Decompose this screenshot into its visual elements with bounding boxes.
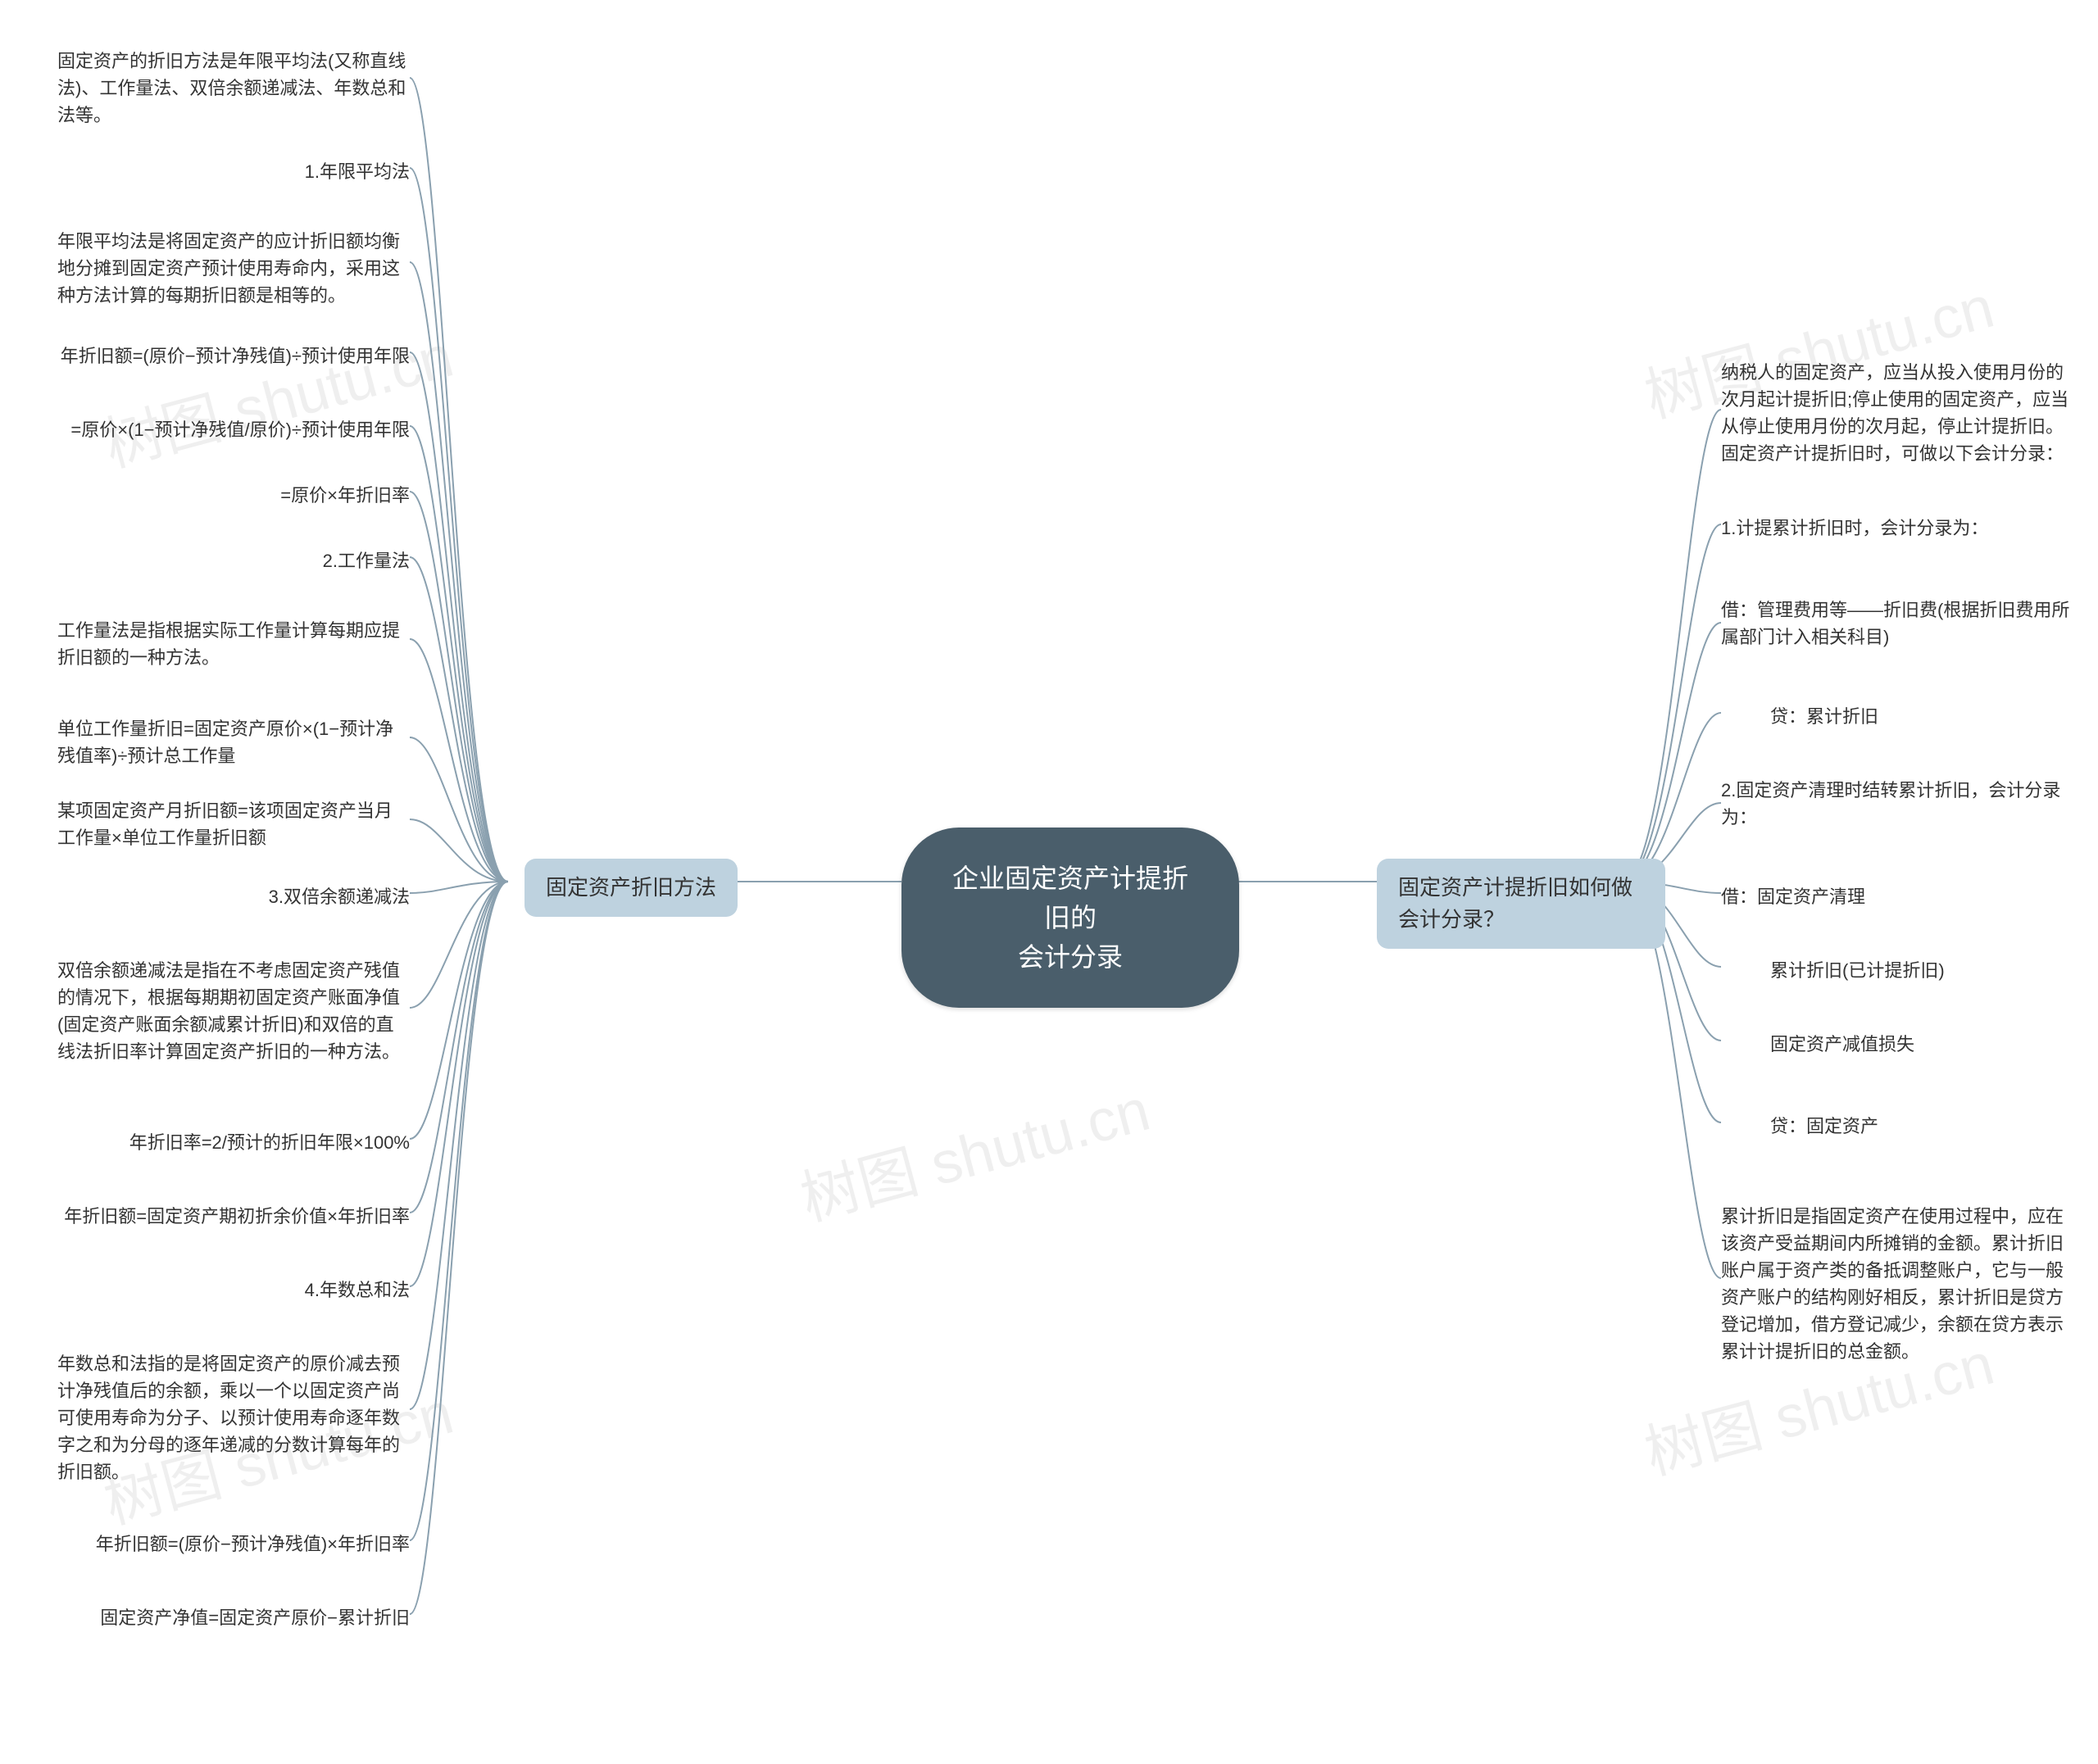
left-item-6: 2.工作量法: [57, 541, 410, 581]
root-line2: 会计分录: [947, 937, 1193, 977]
left-item-14: 4.年数总和法: [57, 1270, 410, 1310]
left-item-15: 年数总和法指的是将固定资产的原价减去预计净残值后的余额，乘以一个以固定资产尚可使…: [57, 1344, 410, 1492]
left-item-0: 固定资产的折旧方法是年限平均法(又称直线法)、工作量法、双倍余额递减法、年数总和…: [57, 41, 410, 135]
left-item-9: 某项固定资产月折旧额=该项固定资产当月工作量×单位工作量折旧额: [57, 791, 410, 858]
root-node: 企业固定资产计提折旧的 会计分录: [901, 828, 1239, 1008]
right-item-0: 纳税人的固定资产，应当从投入使用月份的次月起计提折旧;停止使用的固定资产，应当从…: [1721, 352, 2073, 474]
left-branch: 固定资产折旧方法: [524, 859, 738, 917]
left-item-4: =原价×(1−预计净残值/原价)÷预计使用年限: [57, 410, 410, 450]
right-item-5: 借：固定资产清理: [1721, 877, 2073, 917]
left-item-10: 3.双倍余额递减法: [57, 877, 410, 917]
right-item-8: 贷：固定资产: [1770, 1106, 2073, 1146]
right-item-2: 借：管理费用等——折旧费(根据折旧费用所属部门计入相关科目): [1721, 590, 2073, 657]
root-line1: 企业固定资产计提折旧的: [947, 859, 1193, 937]
left-item-5: =原价×年折旧率: [57, 475, 410, 515]
left-item-12: 年折旧率=2/预计的折旧年限×100%: [57, 1122, 410, 1163]
right-item-4: 2.固定资产清理时结转累计折旧，会计分录为：: [1721, 770, 2073, 837]
right-branch: 固定资产计提折旧如何做会计分录？: [1377, 859, 1665, 949]
left-item-1: 1.年限平均法: [57, 152, 410, 192]
watermark: 树图 shutu.cn: [790, 1061, 1158, 1236]
right-item-3: 贷：累计折旧: [1770, 696, 2073, 737]
right-item-7: 固定资产减值损失: [1770, 1024, 2073, 1064]
watermark: 树图 shutu.cn: [93, 307, 461, 483]
left-item-7: 工作量法是指根据实际工作量计算每期应提折旧额的一种方法。: [57, 610, 410, 678]
right-item-6: 累计折旧(已计提折旧): [1770, 950, 2073, 991]
left-item-11: 双倍余额递减法是指在不考虑固定资产残值的情况下，根据每期期初固定资产账面净值(固…: [57, 950, 410, 1072]
left-item-8: 单位工作量折旧=固定资产原价×(1−预计净残值率)÷预计总工作量: [57, 709, 410, 776]
left-item-16: 年折旧额=(原价−预计净残值)×年折旧率: [57, 1524, 410, 1564]
left-item-17: 固定资产净值=固定资产原价−累计折旧: [57, 1598, 410, 1638]
right-item-9: 累计折旧是指固定资产在使用过程中，应在该资产受益期间内所摊销的金额。累计折旧账户…: [1721, 1196, 2073, 1372]
right-item-1: 1.计提累计折旧时，会计分录为：: [1721, 508, 2073, 548]
left-item-13: 年折旧额=固定资产期初折余价值×年折旧率: [57, 1196, 410, 1236]
left-item-3: 年折旧额=(原价−预计净残值)÷预计使用年限: [57, 336, 410, 376]
left-item-2: 年限平均法是将固定资产的应计折旧额均衡地分摊到固定资产预计使用寿命内，采用这种方…: [57, 221, 410, 315]
